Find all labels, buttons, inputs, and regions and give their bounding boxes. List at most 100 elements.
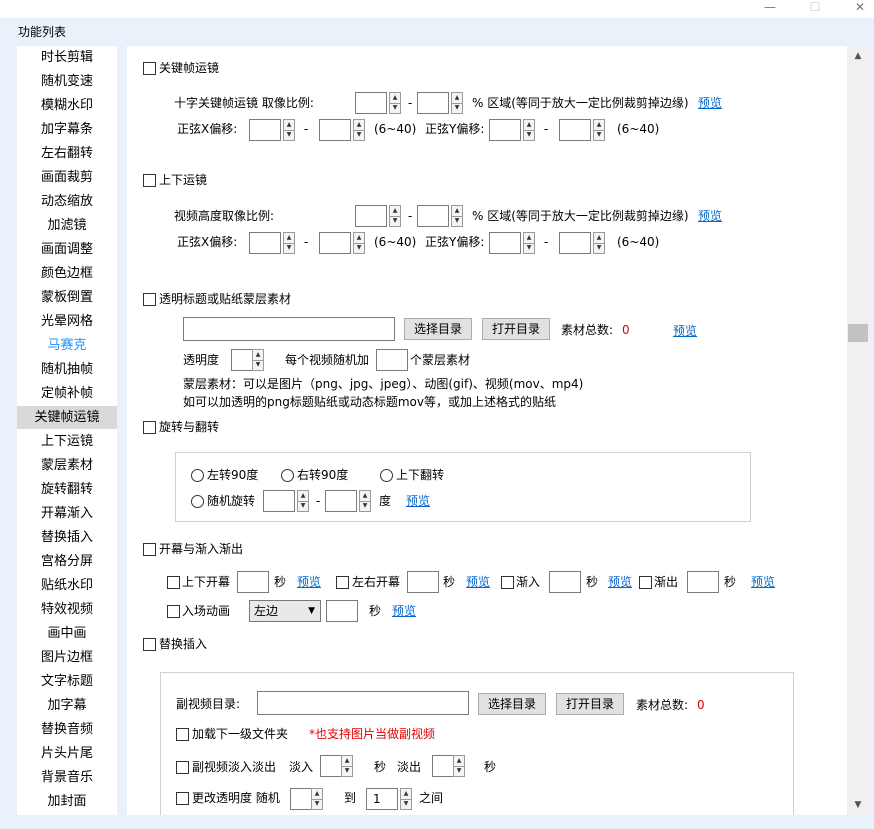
sin-y-max-input[interactable] [559, 232, 591, 254]
sub-fade-out-stepper[interactable]: ▲ ▼ [453, 755, 465, 777]
sin-x-min-input[interactable] [249, 232, 281, 254]
rotate-min-stepper[interactable]: ▲ ▼ [297, 490, 309, 512]
sin-x-min-stepper[interactable]: ▲ ▼ [283, 119, 295, 141]
sidebar-item[interactable]: 画面裁剪 [17, 166, 117, 189]
updown-checkbox[interactable] [143, 174, 156, 187]
open-updown-checkbox[interactable] [167, 576, 180, 589]
sidebar-item[interactable]: 蒙板倒置 [17, 286, 117, 309]
sin-x-max-input[interactable] [319, 119, 351, 141]
sidebar-item[interactable]: 贴纸水印 [17, 574, 117, 597]
sidebar-item[interactable]: 背景音乐 [17, 766, 117, 789]
sidebar-item[interactable]: 画中画 [17, 622, 117, 645]
preview-link[interactable]: 预览 [608, 574, 632, 590]
scroll-thumb[interactable] [848, 324, 868, 342]
choose-dir-button[interactable]: 选择目录 [404, 318, 472, 340]
choose-dir-button[interactable]: 选择目录 [478, 693, 546, 715]
opacity-input[interactable] [231, 349, 253, 371]
sidebar-item[interactable]: 片头片尾 [17, 742, 117, 765]
load-subfolder-checkbox[interactable] [176, 728, 189, 741]
enter-direction-select[interactable]: 左边 ▼ [249, 600, 321, 622]
opacity-stepper[interactable]: ▲ ▼ [252, 349, 264, 371]
maximize-button[interactable]: ☐ [805, 0, 825, 16]
scroll-down-icon[interactable]: ▼ [847, 795, 869, 815]
open-dir-button[interactable]: 打开目录 [482, 318, 550, 340]
opacity-max-input[interactable]: 1 [366, 788, 398, 810]
ratio-min-stepper[interactable]: ▲ ▼ [389, 205, 401, 227]
sidebar-item[interactable]: 随机抽帧 [17, 358, 117, 381]
sidebar-item[interactable]: 定帧补帧 [17, 382, 117, 405]
preview-link[interactable]: 预览 [698, 208, 722, 224]
open-dir-button[interactable]: 打开目录 [556, 693, 624, 715]
sub-fade-checkbox[interactable] [176, 761, 189, 774]
close-button[interactable]: ✕ [850, 0, 870, 16]
keyframe-checkbox[interactable] [143, 62, 156, 75]
sin-x-max-stepper[interactable]: ▲ ▼ [353, 119, 365, 141]
replace-insert-checkbox[interactable] [143, 638, 156, 651]
rotate-max-input[interactable] [325, 490, 357, 512]
ratio-max-input[interactable] [417, 92, 449, 114]
random-rotate-radio[interactable] [191, 495, 204, 508]
sin-x-max-input[interactable] [319, 232, 351, 254]
sidebar-item[interactable]: 替换音频 [17, 718, 117, 741]
preview-link[interactable]: 预览 [406, 493, 430, 509]
preview-link[interactable]: 预览 [297, 574, 321, 590]
sidebar-item-mosaic[interactable]: 马赛克 [17, 334, 117, 357]
ratio-max-stepper[interactable]: ▲ ▼ [451, 205, 463, 227]
enter-anim-checkbox[interactable] [167, 605, 180, 618]
sub-video-dir-input[interactable] [257, 691, 469, 715]
sin-y-max-stepper[interactable]: ▲ ▼ [593, 232, 605, 254]
opening-checkbox[interactable] [143, 543, 156, 556]
open-updown-input[interactable] [237, 571, 269, 593]
ratio-min-input[interactable] [355, 92, 387, 114]
preview-link[interactable]: 预览 [673, 323, 697, 339]
sidebar-item[interactable]: 蒙层素材 [17, 454, 117, 477]
sidebar-item[interactable]: 颜色边框 [17, 262, 117, 285]
sidebar-item[interactable]: 图片边框 [17, 646, 117, 669]
sidebar-item[interactable]: 加滤镜 [17, 214, 117, 237]
scroll-up-icon[interactable]: ▲ [847, 46, 869, 66]
overlay-dir-input[interactable] [183, 317, 395, 341]
sub-fade-in-stepper[interactable]: ▲ ▼ [341, 755, 353, 777]
fade-in-input[interactable] [549, 571, 581, 593]
minimize-button[interactable]: — [760, 0, 780, 16]
sin-y-min-stepper[interactable]: ▲ ▼ [523, 119, 535, 141]
fade-in-checkbox[interactable] [501, 576, 514, 589]
rotate-checkbox[interactable] [143, 421, 156, 434]
change-opacity-checkbox[interactable] [176, 792, 189, 805]
open-leftright-input[interactable] [407, 571, 439, 593]
fade-out-checkbox[interactable] [639, 576, 652, 589]
enter-anim-input[interactable] [326, 600, 358, 622]
sidebar-item[interactable]: 文字标题 [17, 670, 117, 693]
sidebar-item[interactable]: 开幕渐入 [17, 502, 117, 525]
opacity-max-stepper[interactable]: ▲ ▼ [400, 788, 412, 810]
sin-x-max-stepper[interactable]: ▲ ▼ [353, 232, 365, 254]
sidebar-item[interactable]: 宫格分屏 [17, 550, 117, 573]
rotate-min-input[interactable] [263, 490, 295, 512]
opacity-min-stepper[interactable]: ▲ ▼ [311, 788, 323, 810]
sidebar-item[interactable]: 左右翻转 [17, 142, 117, 165]
sin-y-min-stepper[interactable]: ▲ ▼ [523, 232, 535, 254]
vertical-scrollbar[interactable]: ▲ ▼ [847, 46, 869, 815]
sidebar-item[interactable]: 光晕网格 [17, 310, 117, 333]
rotate-right-radio[interactable] [281, 469, 294, 482]
sidebar-item[interactable]: 上下运镜 [17, 430, 117, 453]
open-leftright-checkbox[interactable] [336, 576, 349, 589]
preview-link[interactable]: 预览 [392, 603, 416, 619]
sidebar-item[interactable]: 随机变速 [17, 70, 117, 93]
preview-link[interactable]: 预览 [466, 574, 490, 590]
sin-x-min-input[interactable] [249, 119, 281, 141]
sidebar-item[interactable]: 加字幕条 [17, 118, 117, 141]
sidebar-item[interactable]: 动态缩放 [17, 190, 117, 213]
sidebar-item[interactable]: 加字幕 [17, 694, 117, 717]
sin-y-min-input[interactable] [489, 119, 521, 141]
sin-x-min-stepper[interactable]: ▲ ▼ [283, 232, 295, 254]
sidebar-item[interactable]: 画面调整 [17, 238, 117, 261]
flip-vertical-radio[interactable] [380, 469, 393, 482]
sin-y-min-input[interactable] [489, 232, 521, 254]
rotate-max-stepper[interactable]: ▲ ▼ [359, 490, 371, 512]
sidebar-item[interactable]: 加封面 [17, 790, 117, 813]
fade-out-input[interactable] [687, 571, 719, 593]
sidebar-item[interactable]: 旋转翻转 [17, 478, 117, 501]
sin-y-max-stepper[interactable]: ▲ ▼ [593, 119, 605, 141]
sidebar-item[interactable]: 模糊水印 [17, 94, 117, 117]
